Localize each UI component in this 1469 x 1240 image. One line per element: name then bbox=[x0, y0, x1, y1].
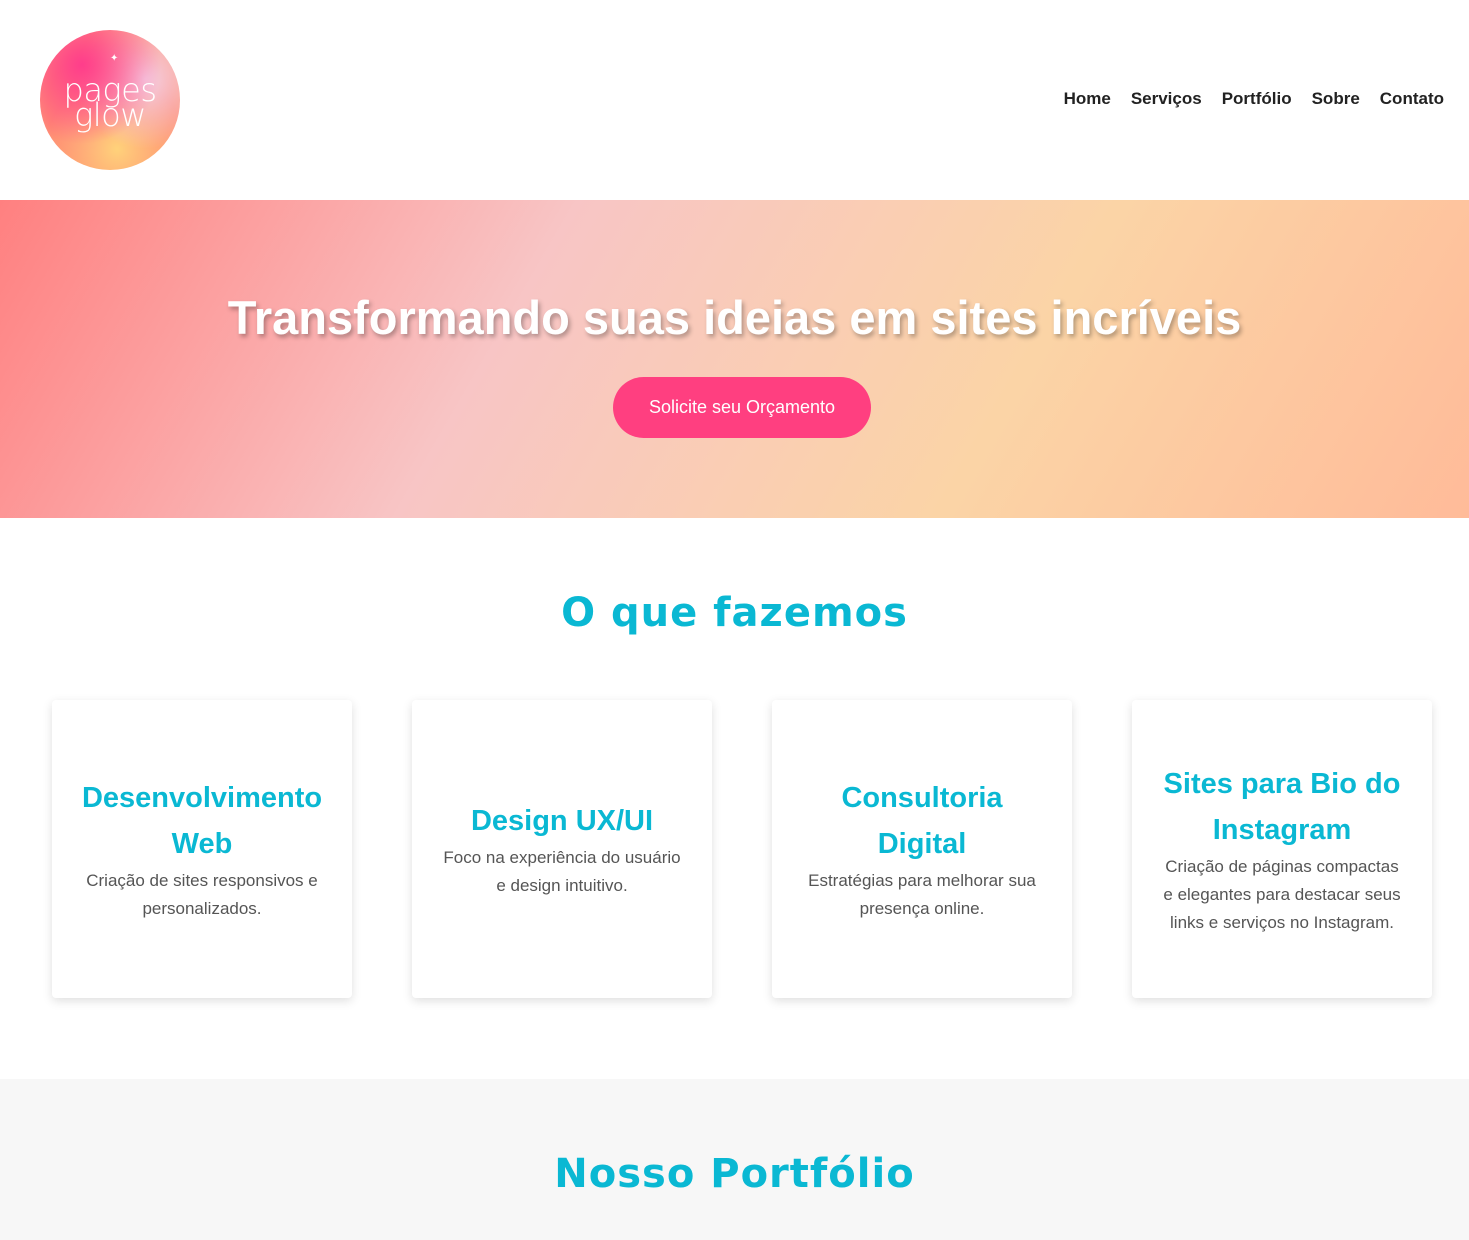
services-section: O que fazemos Desenvolvimento Web Criaçã… bbox=[0, 518, 1469, 1079]
service-card-instagram-bio: Sites para Bio do Instagram Criação de p… bbox=[1132, 700, 1432, 998]
nav-link-contato[interactable]: Contato bbox=[1380, 89, 1444, 109]
hero-title: Transformando suas ideias em sites incrí… bbox=[227, 291, 1242, 344]
service-card-consulting: Consultoria Digital Estratégias para mel… bbox=[772, 700, 1072, 998]
hero-section: Transformando suas ideias em sites incrí… bbox=[0, 200, 1469, 518]
service-card-title: Sites para Bio do Instagram bbox=[1163, 768, 1401, 846]
nav-link-home[interactable]: Home bbox=[1064, 89, 1111, 109]
portfolio-title: Nosso Portfólio bbox=[554, 1151, 915, 1197]
logo-word-glow: glow bbox=[74, 96, 146, 134]
nav-link-sobre[interactable]: Sobre bbox=[1312, 89, 1360, 109]
request-quote-button[interactable]: Solicite seu Orçamento bbox=[613, 377, 871, 438]
nav-link-portfolio[interactable]: Portfólio bbox=[1222, 89, 1292, 109]
service-card-title: Design UX/UI bbox=[470, 805, 654, 837]
nav-link-servicos[interactable]: Serviços bbox=[1131, 89, 1202, 109]
sparkle-icon: ✦ bbox=[110, 53, 119, 64]
services-title: O que fazemos bbox=[561, 590, 908, 636]
portfolio-section: Nosso Portfólio bbox=[0, 1079, 1469, 1240]
service-card-web-development: Desenvolvimento Web Criação de sites res… bbox=[52, 700, 352, 998]
service-card-title: Consultoria Digital bbox=[841, 782, 1003, 860]
service-card-description: Estratégias para melhorar sua presença o… bbox=[808, 871, 1036, 918]
service-card-description: Criação de páginas compactas e elegantes… bbox=[1163, 857, 1401, 932]
service-card-description: Criação de sites responsivos e personali… bbox=[86, 871, 318, 918]
service-card-ux-ui: Design UX/UI Foco na experiência do usuá… bbox=[412, 700, 712, 998]
service-card-description: Foco na experiência do usuário e design … bbox=[443, 848, 681, 895]
main-nav: Home Serviços Portfólio Sobre Contato bbox=[1064, 89, 1444, 109]
site-header: ✦ pages glow Home Serviços Portfólio Sob… bbox=[0, 0, 1469, 200]
service-card-title: Desenvolvimento Web bbox=[81, 782, 323, 860]
logo[interactable]: ✦ pages glow bbox=[40, 30, 180, 170]
